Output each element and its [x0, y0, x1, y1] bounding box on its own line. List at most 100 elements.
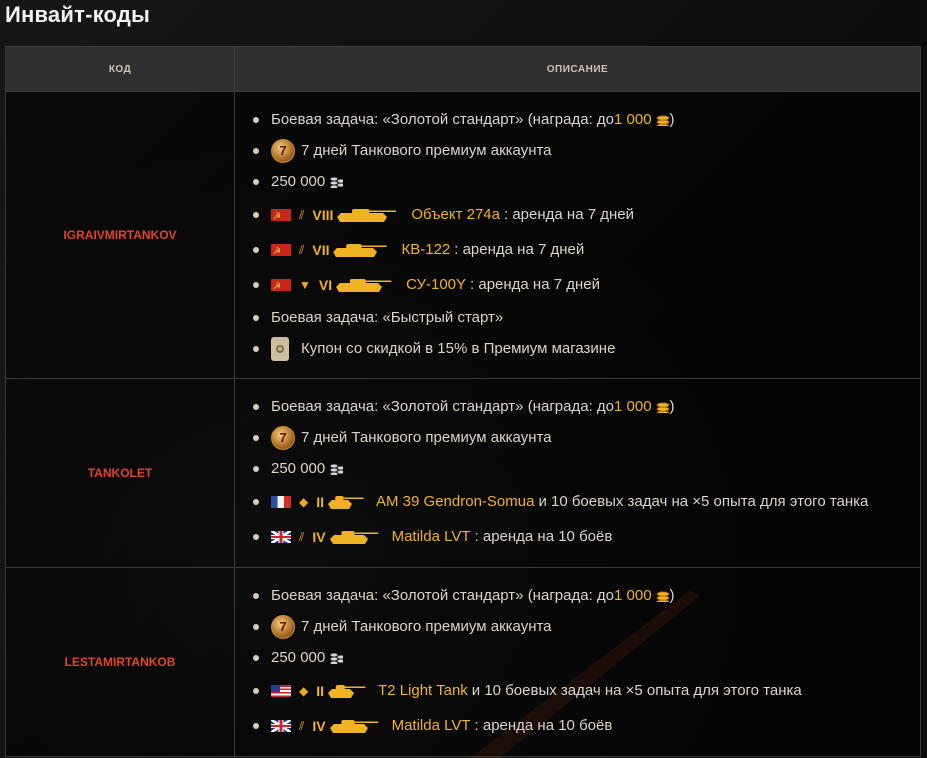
tank-name-link[interactable]: СУ-100Y	[406, 275, 466, 295]
tank-name-link[interactable]: Matilda LVT	[392, 527, 471, 547]
coupon-text: Купон со скидкой в 15% в Премиум магазин…	[301, 339, 616, 357]
mission-text: Боевая задача: «Золотой стандарт» (награ…	[271, 586, 614, 604]
tank-destroyer-icon: ▼	[299, 277, 311, 292]
tank-reward-tail: и 10 боевых задач на ×5 опыта для этого …	[471, 681, 802, 699]
premium-medal-icon: 7	[271, 425, 295, 450]
tank-reward-tail: : аренда на 10 боёв	[474, 716, 613, 734]
mission-tail: )	[669, 586, 675, 604]
medium-tank-icon: ⫽	[299, 529, 305, 544]
credits-amount: 250 000	[271, 648, 326, 666]
tank-reward-tail: : аренда на 7 дней	[454, 240, 585, 258]
credits-icon	[330, 463, 344, 475]
tank-silhouette-icon	[328, 684, 366, 698]
table-body: IGRAIVMIRTANKOV Боевая задача: «Золотой с…	[6, 92, 920, 757]
reward-list-item: Купон со скидкой в 15% в Премиум магазин…	[235, 333, 920, 364]
invite-code[interactable]: IGRAIVMIRTANKOV	[6, 92, 235, 378]
table-header: КОД ОПИСАНИЕ	[6, 46, 920, 92]
credits-amount: 250 000	[271, 459, 326, 477]
tank-tier: IV	[312, 717, 326, 734]
tank-reward-tail: : аренда на 7 дней	[504, 205, 634, 223]
tank-tier: VII	[312, 241, 330, 258]
tank-silhouette-icon	[329, 719, 378, 733]
medium-tank-icon: ⫽	[299, 207, 305, 222]
reward-list-item: Боевая задача: «Золотой стандарт» (награ…	[235, 104, 920, 135]
flag-uk-icon	[271, 719, 291, 732]
reward-description: Боевая задача: «Золотой стандарт» (награ…	[235, 379, 920, 567]
flag-ussr-icon	[271, 241, 291, 261]
flag-uk-icon	[271, 530, 291, 543]
reward-description: Боевая задача: «Золотой стандарт» (награ…	[235, 92, 920, 378]
premium-text: 7 дней Танкового премиум аккаунта	[301, 428, 552, 446]
column-header-description: ОПИСАНИЕ	[546, 63, 609, 75]
tank-silhouette-icon	[336, 278, 392, 292]
tank-tier: II	[316, 682, 325, 699]
mission-text: Боевая задача: «Золотой стандарт» (награ…	[271, 110, 614, 128]
mission-text: Боевая задача: «Золотой стандарт» (награ…	[271, 397, 614, 415]
tank-name-link[interactable]: Объект 274а	[411, 205, 500, 225]
reward-list-item: Боевая задача: «Золотой стандарт» (награ…	[235, 391, 920, 422]
tank-tier: IV	[312, 528, 326, 545]
reward-list: Боевая задача: «Золотой стандарт» (награ…	[235, 104, 920, 364]
gold-amount: 1 000	[614, 110, 652, 128]
light-tank-icon: ◆	[299, 683, 309, 698]
gold-coins-icon	[656, 401, 669, 413]
table-row: LESTAMIRTANKOB Боевая задача: «Золотой ст…	[6, 568, 920, 757]
invite-codes-table: КОД ОПИСАНИЕ IGRAIVMIRTANKOV Боевая задач…	[5, 46, 921, 757]
flag-usa-icon	[271, 684, 291, 697]
premium-text: 7 дней Танкового премиум аккаунта	[301, 617, 552, 635]
gold-amount: 1 000	[614, 586, 652, 604]
gold-coins-icon	[656, 114, 669, 126]
table-row: TANKOLET Боевая задача: «Золотой стандарт…	[6, 379, 920, 568]
tank-tier: VIII	[312, 206, 334, 223]
mission-tail: )	[669, 397, 675, 415]
reward-description: Боевая задача: «Золотой стандарт» (награ…	[235, 568, 920, 756]
credits-icon	[330, 652, 344, 664]
tank-name-link[interactable]: КВ-122	[401, 240, 450, 260]
reward-list-item: 7 7 дней Танкового премиум аккаунта	[235, 135, 920, 166]
mission-text: Боевая задача: «Быстрый старт»	[271, 308, 504, 326]
flag-ussr-icon	[271, 276, 291, 296]
medium-tank-icon: ⫽	[299, 718, 305, 733]
reward-list-item: ⫽ IV Matilda LVT : аренда на 10 боёв	[235, 519, 920, 554]
mission-tail: )	[669, 110, 675, 128]
flag-fr-icon	[271, 495, 291, 508]
tank-name-link[interactable]: AM 39 Gendron-Somua	[376, 492, 534, 512]
page-title: Инвайт-коды	[5, 2, 151, 27]
reward-list-item: Боевая задача: «Золотой стандарт» (награ…	[235, 580, 920, 611]
tank-silhouette-icon	[329, 530, 378, 544]
premium-medal-icon: 7	[271, 614, 295, 639]
reward-list-item: 7 7 дней Танкового премиум аккаунта	[235, 611, 920, 642]
invite-code[interactable]: LESTAMIRTANKOB	[6, 568, 235, 756]
reward-list: Боевая задача: «Золотой стандарт» (награ…	[235, 391, 920, 554]
reward-list-item: ⫽ VII КВ-122 : аренда на 7 дней	[235, 232, 920, 267]
medium-tank-icon: ⫽	[299, 242, 305, 257]
premium-medal-icon: 7	[271, 138, 295, 163]
credits-amount: 250 000	[271, 172, 326, 190]
tank-reward-tail: и 10 боевых задач на ×5 опыта для этого …	[538, 492, 869, 510]
tank-silhouette-icon	[328, 495, 364, 509]
reward-list-item: Боевая задача: «Быстрый старт»	[235, 302, 920, 333]
tank-silhouette-icon	[337, 208, 397, 222]
tank-reward-tail: : аренда на 7 дней	[470, 275, 600, 293]
reward-list-item: 250 000	[235, 453, 920, 484]
tank-tier: VI	[318, 276, 333, 293]
reward-list-item: 250 000	[235, 642, 920, 673]
gold-coins-icon	[656, 590, 669, 602]
coupon-icon	[271, 336, 289, 361]
tank-name-link[interactable]: Matilda LVT	[392, 716, 471, 736]
reward-list: Боевая задача: «Золотой стандарт» (награ…	[235, 580, 920, 743]
tank-reward-tail: : аренда на 10 боёв	[474, 527, 613, 545]
reward-list-item: ▼ VI СУ-100Y : аренда на 7 дней	[235, 267, 920, 302]
reward-list-item: 7 7 дней Танкового премиум аккаунта	[235, 422, 920, 453]
light-tank-icon: ◆	[299, 494, 309, 509]
reward-list-item: ◆ II AM 39 Gendron-Somua и 10 боевых задач…	[235, 484, 920, 519]
invite-code[interactable]: TANKOLET	[6, 379, 235, 567]
credits-icon	[330, 176, 344, 188]
premium-text: 7 дней Танкового премиум аккаунта	[301, 141, 552, 159]
flag-ussr-icon	[271, 206, 291, 226]
tank-silhouette-icon	[333, 243, 388, 257]
tank-tier: II	[316, 493, 325, 510]
table-row: IGRAIVMIRTANKOV Боевая задача: «Золотой с…	[6, 92, 920, 379]
tank-name-link[interactable]: T2 Light Tank	[378, 681, 468, 701]
reward-list-item: ⫽ VIII Объект 274а : аренда на 7 дней	[235, 197, 920, 232]
